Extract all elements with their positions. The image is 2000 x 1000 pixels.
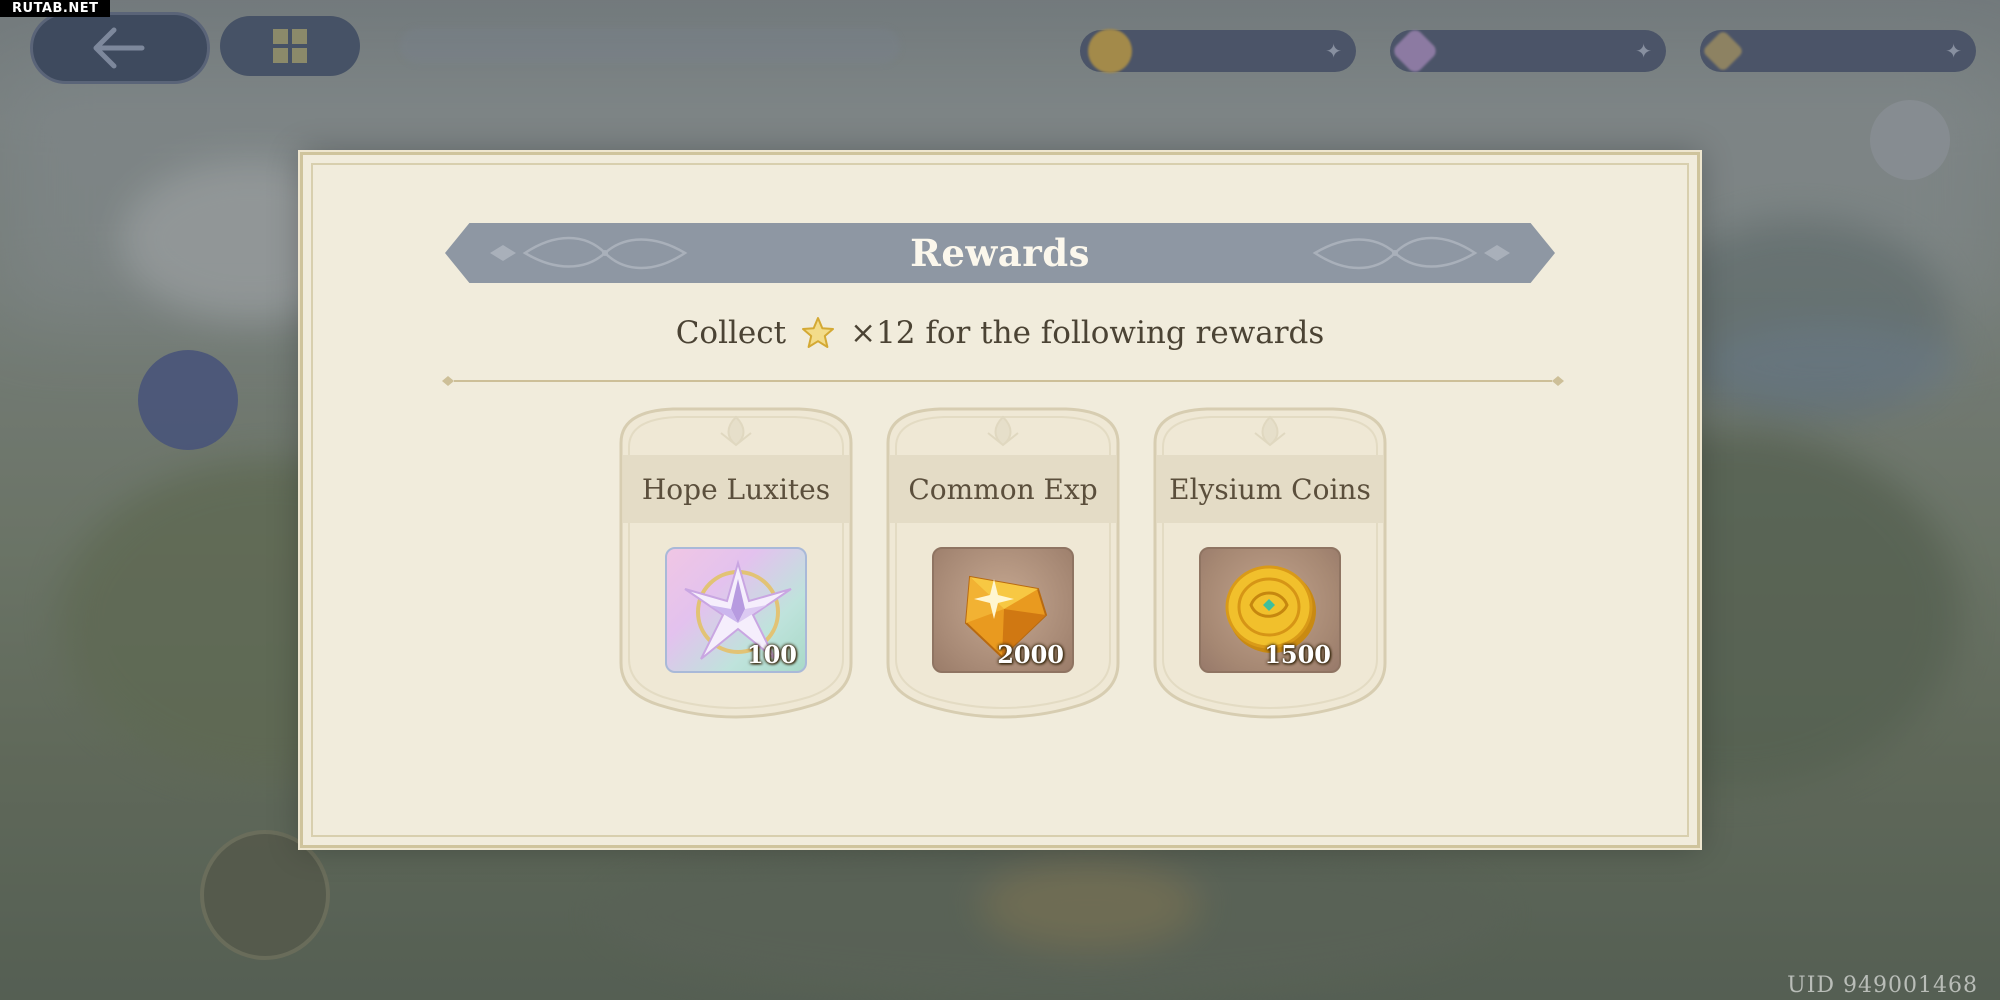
map-node-button — [138, 350, 238, 450]
plus-icon[interactable]: ✦ — [1635, 39, 1652, 63]
reward-card[interactable]: Common Exp 2000 — [880, 403, 1126, 723]
title-banner: Rewards — [445, 223, 1555, 283]
reward-quantity: 1500 — [1264, 640, 1331, 669]
player-uid: UID 949001468 — [1787, 973, 1978, 998]
hud-title-blurred — [400, 28, 900, 64]
plus-icon[interactable]: ✦ — [1945, 39, 1962, 63]
reward-name: Elysium Coins — [1157, 455, 1383, 523]
subtitle-prefix: Collect — [675, 315, 787, 351]
reward-name: Hope Luxites — [623, 455, 849, 523]
reward-quantity: 100 — [746, 640, 797, 669]
menu-button[interactable] — [220, 16, 360, 76]
plus-icon[interactable]: ✦ — [1325, 39, 1342, 63]
side-button — [1870, 100, 1950, 180]
watermark-label: RUTAB.NET — [0, 0, 111, 17]
grid-icon — [273, 29, 307, 63]
dialog-subtitle: Collect ×12 for the following rewards — [303, 315, 1697, 351]
banner-ornament-icon — [1312, 236, 1510, 270]
currency-bar-gold[interactable]: ✦ — [1080, 29, 1356, 73]
crystal-icon — [1390, 26, 1440, 76]
gold-coin-icon: 1500 — [1199, 547, 1341, 673]
currency-bar-stamina[interactable]: ✦ — [1700, 29, 1976, 73]
amber-gem-icon: 2000 — [932, 547, 1074, 673]
reward-card[interactable]: Elysium Coins 1500 — [1147, 403, 1393, 723]
reward-card[interactable]: Hope Luxites 100 — [613, 403, 859, 723]
subtitle-suffix: ×12 for the following rewards — [850, 315, 1325, 351]
banner-ornament-icon — [490, 236, 688, 270]
rewards-dialog: Rewards Collect ×12 for the following re… — [300, 152, 1700, 848]
back-arrow-icon — [93, 27, 145, 69]
coin-icon — [1088, 29, 1132, 73]
dialog-title: Rewards — [910, 231, 1090, 275]
reward-quantity: 2000 — [997, 640, 1064, 669]
crystal-star-icon: 100 — [665, 547, 807, 673]
stamina-icon — [1701, 29, 1745, 73]
currency-bar-crystal[interactable]: ✦ — [1390, 26, 1666, 76]
player-avatar — [200, 830, 330, 960]
star-icon — [802, 317, 835, 348]
divider-line — [442, 376, 1564, 386]
back-button[interactable] — [30, 12, 210, 84]
reward-name: Common Exp — [890, 455, 1116, 523]
